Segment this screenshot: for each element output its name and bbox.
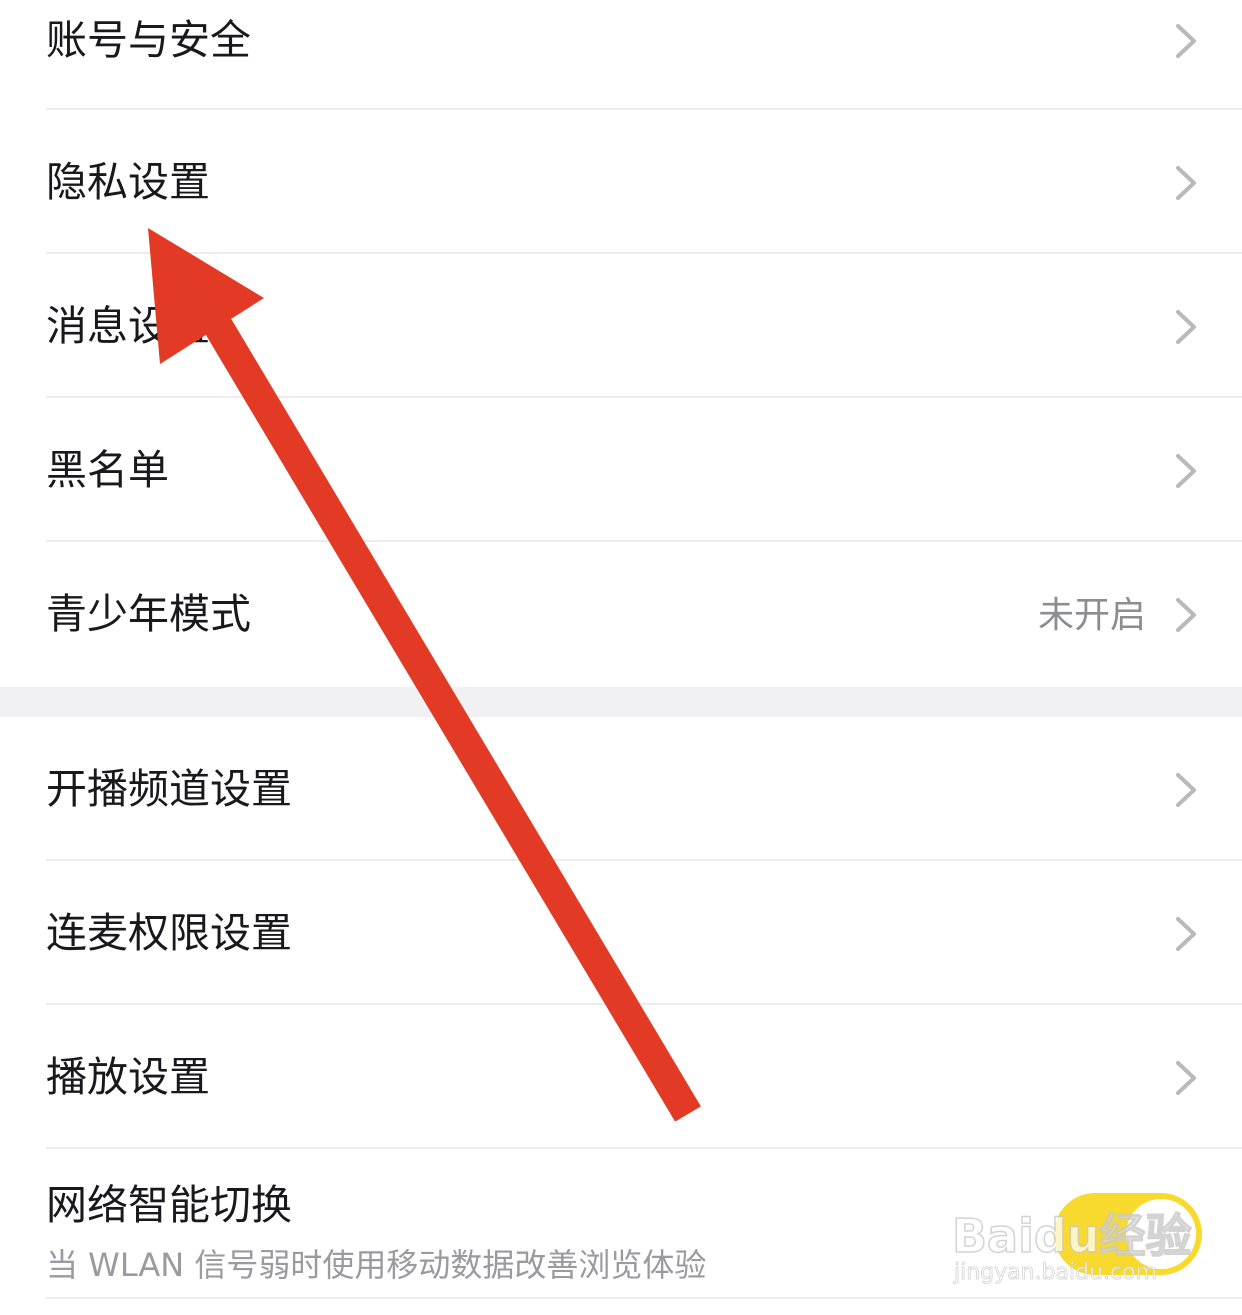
settings-item-smart-network-switch: 网络智能切换 当 WLAN 信号弱时使用移动数据改善浏览体验: [0, 1149, 1242, 1299]
chevron-right-icon: [1172, 164, 1200, 202]
settings-item-label: 网络智能切换: [46, 1181, 292, 1229]
chevron-right-icon: [1172, 452, 1200, 490]
settings-item-label: 连麦权限设置: [46, 909, 292, 957]
settings-item-label: 账号与安全: [46, 16, 251, 64]
settings-group-account: 账号与安全 隐私设置 消息设置 黑名单 青少年模式 未开启: [0, 0, 1242, 686]
settings-item-label: 隐私设置: [46, 158, 210, 206]
smart-network-toggle[interactable]: [1054, 1193, 1202, 1275]
teen-mode-status: 未开启: [1037, 595, 1146, 636]
settings-group-live: 开播频道设置 连麦权限设置 播放设置 网络智能切换 当 WLAN 信号弱时使用移…: [0, 717, 1242, 1299]
chevron-right-icon: [1172, 596, 1200, 634]
settings-item-account-security[interactable]: 账号与安全: [0, 0, 1242, 110]
settings-item-playback[interactable]: 播放设置: [0, 1005, 1242, 1149]
settings-item-description: 当 WLAN 信号弱时使用移动数据改善浏览体验: [46, 1246, 707, 1284]
divider: [46, 1297, 1242, 1299]
settings-item-co-host-permission[interactable]: 连麦权限设置: [0, 861, 1242, 1005]
chevron-right-icon: [1172, 771, 1200, 809]
settings-item-blacklist[interactable]: 黑名单: [0, 398, 1242, 542]
settings-item-messages[interactable]: 消息设置: [0, 254, 1242, 398]
settings-item-label: 开播频道设置: [46, 765, 292, 813]
chevron-right-icon: [1172, 915, 1200, 953]
group-separator: [0, 687, 1242, 717]
chevron-right-icon: [1172, 22, 1200, 60]
toggle-knob: [1126, 1199, 1196, 1269]
settings-item-privacy[interactable]: 隐私设置: [0, 110, 1242, 254]
settings-item-live-channel[interactable]: 开播频道设置: [0, 717, 1242, 861]
settings-item-teen-mode[interactable]: 青少年模式 未开启: [0, 542, 1242, 686]
settings-item-label: 消息设置: [46, 302, 210, 350]
settings-item-label: 黑名单: [46, 446, 169, 494]
settings-item-label: 青少年模式: [46, 590, 251, 638]
chevron-right-icon: [1172, 308, 1200, 346]
chevron-right-icon: [1172, 1059, 1200, 1097]
settings-item-label: 播放设置: [46, 1053, 210, 1101]
